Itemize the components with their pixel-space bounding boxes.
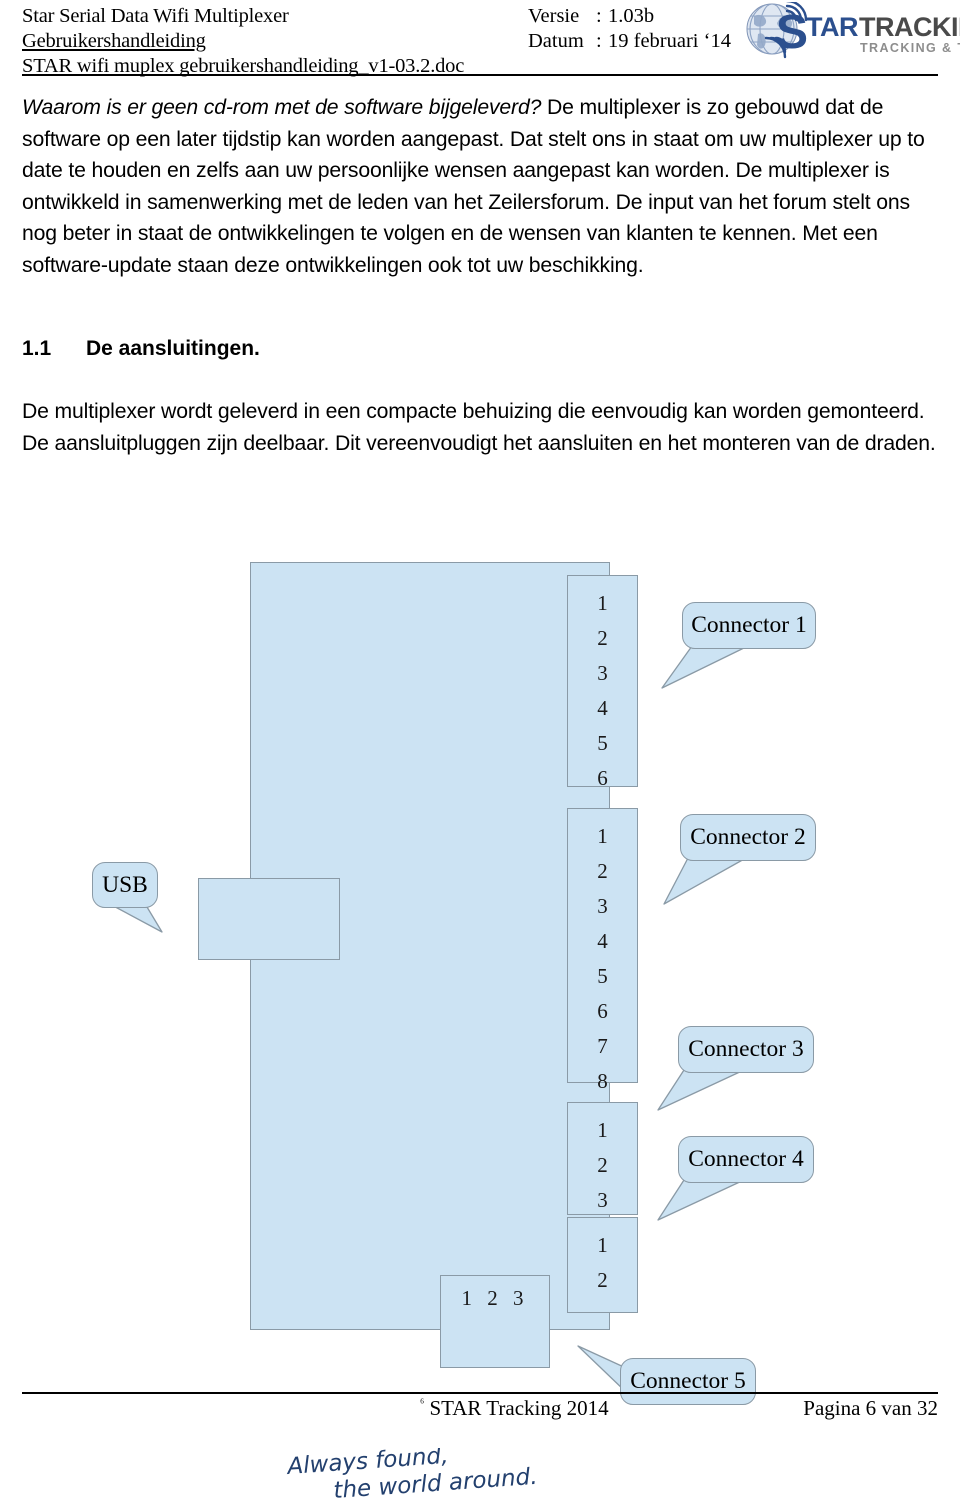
document-title: Star Serial Data Wifi Multiplexer xyxy=(22,5,289,27)
date-row: Datum : 19 februari ‘14 xyxy=(528,29,758,54)
body-paragraph-2-container: De multiplexer wordt geleverd in een com… xyxy=(22,396,938,459)
svg-text:TAR: TAR xyxy=(806,12,858,42)
startracking-logo: S TAR TRACKING TRACKING & TRACING xyxy=(742,0,960,60)
connector-4-block: 12 xyxy=(567,1217,638,1313)
date-label: Datum xyxy=(528,30,584,52)
connector-4-callout-bubble: Connector 4 xyxy=(678,1136,814,1183)
connector-3-pins: 123 xyxy=(597,1118,608,1212)
paragraph-1-question: Waarom is er geen cd-rom met de software… xyxy=(22,96,542,119)
connector-1-callout-bubble: Connector 1 xyxy=(682,602,816,649)
usb-callout-label: USB xyxy=(102,871,148,898)
footer-divider xyxy=(22,1392,938,1394)
connector-1-callout-label: Connector 1 xyxy=(691,612,807,638)
body-paragraph-2: De multiplexer wordt geleverd in een com… xyxy=(22,400,936,455)
header-title-block: Star Serial Data Wifi Multiplexer Gebrui… xyxy=(22,4,542,79)
document-header: Star Serial Data Wifi Multiplexer Gebrui… xyxy=(0,0,960,80)
version-label: Versie xyxy=(528,5,580,27)
version-value: 1.03b xyxy=(608,5,655,27)
footer-copyright: ⁶ STAR Tracking 2014 xyxy=(420,1396,609,1421)
section-heading: 1.1 De aansluitingen. xyxy=(22,337,722,361)
connector-3-callout: Connector 3 xyxy=(640,1022,840,1142)
connector-2-callout: Connector 2 xyxy=(640,808,840,934)
section-number: 1.1 xyxy=(22,337,52,360)
paragraph-1-answer: De multiplexer is zo gebouwd dat de soft… xyxy=(22,96,925,277)
document-subtitle: Gebruikershandleiding xyxy=(22,30,206,52)
section-title: De aansluitingen. xyxy=(86,337,260,360)
usb-callout-bubble: USB xyxy=(92,862,158,908)
connector-5-pins: 1 2 3 xyxy=(461,1286,529,1310)
connector-5-block: 1 2 3 xyxy=(440,1275,550,1368)
footer-page-number: Pagina 6 van 32 xyxy=(803,1396,938,1420)
connector-5-callout-bubble: Connector 5 xyxy=(620,1358,756,1405)
copyright-mark: ⁶ xyxy=(420,1396,425,1410)
svg-text:TRACKING: TRACKING xyxy=(859,12,960,42)
connector-2-block: 12345678 xyxy=(567,808,638,1093)
header-divider xyxy=(22,74,938,76)
connector-4-callout: Connector 4 xyxy=(640,1132,840,1252)
date-separator: : xyxy=(596,30,602,52)
connector-1-block: 123456 xyxy=(567,575,638,790)
company-tagline: Always found, the world around. xyxy=(276,1443,596,1506)
multiplexer-diagram: 123456 12345678 123 12 1 2 3 USB Connect… xyxy=(0,540,960,1405)
connector-5-callout-label: Connector 5 xyxy=(630,1368,746,1394)
usb-callout: USB xyxy=(84,850,264,940)
connector-1-callout: Connector 1 xyxy=(640,594,840,714)
connector-2-callout-bubble: Connector 2 xyxy=(680,814,816,861)
connector-4-pins: 12 xyxy=(597,1233,608,1292)
connector-4-callout-label: Connector 4 xyxy=(688,1146,804,1172)
version-separator: : xyxy=(596,5,602,27)
connector-2-pins: 12345678 xyxy=(597,824,608,1093)
connector-3-callout-bubble: Connector 3 xyxy=(678,1026,814,1073)
header-meta-block: Versie : 1.03b Datum : 19 februari ‘14 xyxy=(528,4,758,54)
svg-text:TRACKING & TRACING: TRACKING & TRACING xyxy=(860,41,960,55)
body-paragraph-1-container: Waarom is er geen cd-rom met de software… xyxy=(22,92,938,281)
connector-3-block: 123 xyxy=(567,1102,638,1215)
body-paragraph-1: Waarom is er geen cd-rom met de software… xyxy=(22,92,938,281)
version-row: Versie : 1.03b xyxy=(528,4,758,29)
connector-1-pins: 123456 xyxy=(597,591,608,790)
connector-2-callout-label: Connector 2 xyxy=(690,824,806,850)
connector-3-callout-label: Connector 3 xyxy=(688,1036,804,1062)
copyright-text: STAR Tracking 2014 xyxy=(429,1396,609,1420)
date-value: 19 februari ‘14 xyxy=(608,30,731,52)
